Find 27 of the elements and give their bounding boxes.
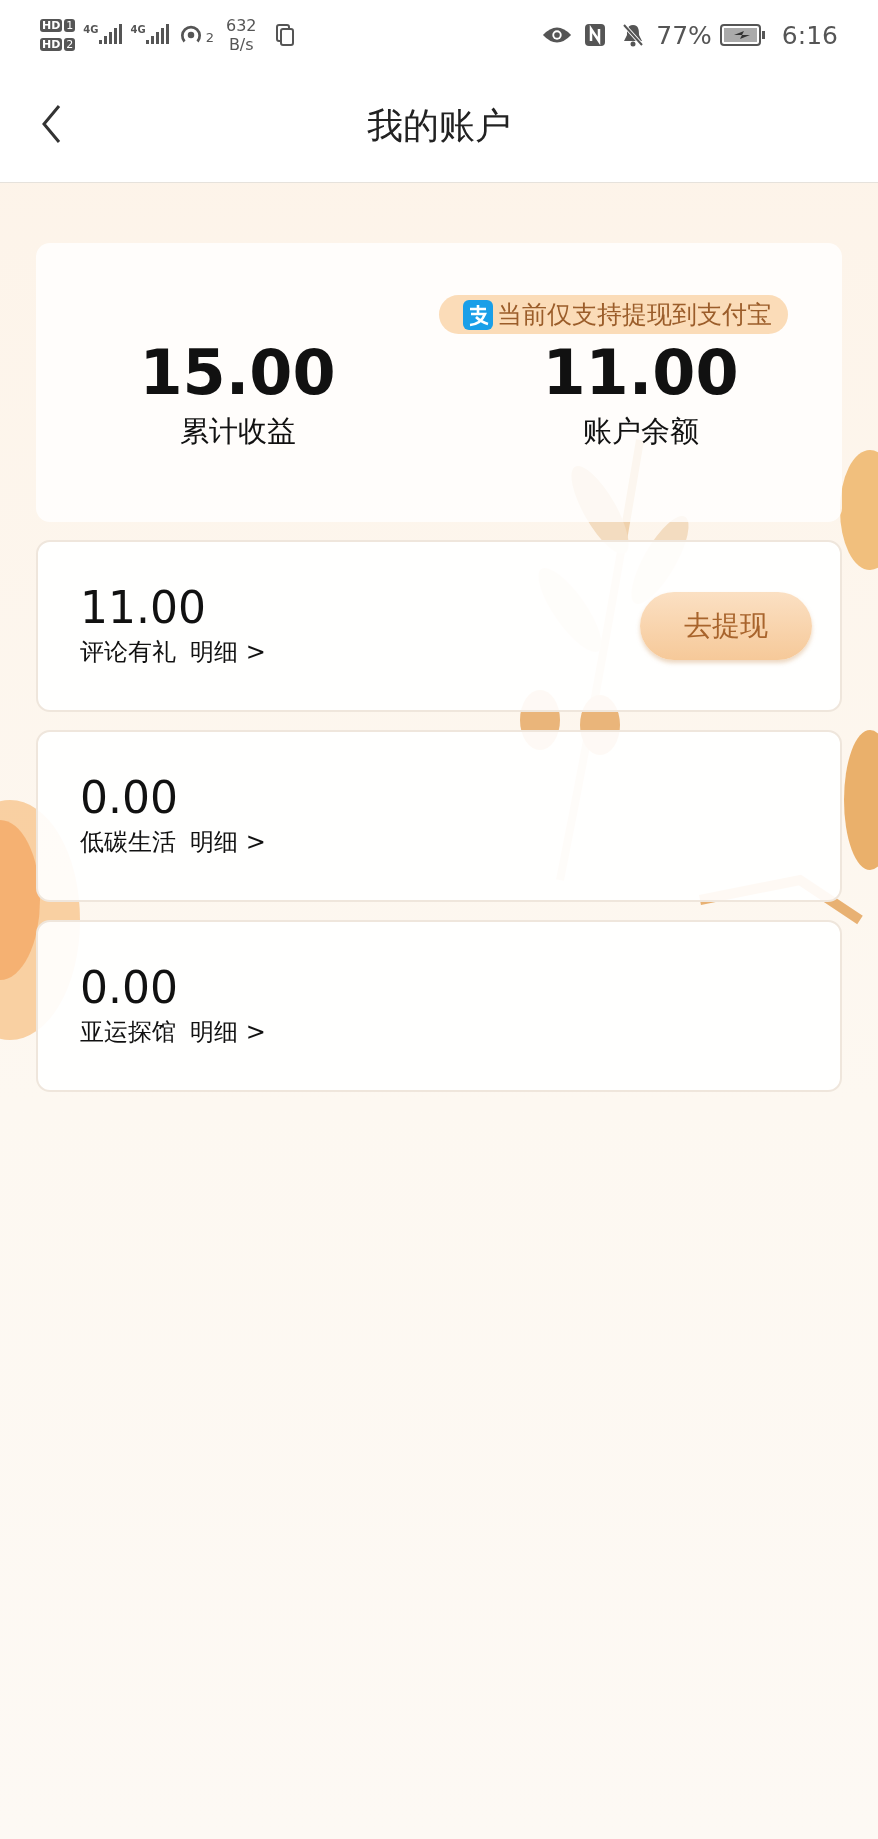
detail-link[interactable]: 明细 > bbox=[190, 826, 266, 859]
stat-label: 账户余额 bbox=[582, 413, 699, 451]
page-title: 我的账户 bbox=[367, 103, 511, 148]
account-name: 低碳生活 bbox=[80, 827, 176, 859]
account-name: 亚运探馆 bbox=[80, 1017, 176, 1049]
payment-icon bbox=[463, 299, 493, 330]
hotspot-count: 2 bbox=[205, 29, 214, 45]
network-label: 4G bbox=[83, 24, 99, 35]
stat-value: 15.00 bbox=[139, 336, 336, 411]
account-amount: 11.00 bbox=[80, 583, 207, 633]
speed-unit: B/s bbox=[228, 35, 254, 55]
battery-percent: 77% bbox=[656, 20, 712, 50]
signal-icon bbox=[145, 24, 170, 46]
speed-value: 632 bbox=[225, 15, 257, 35]
account-amount: 0.00 bbox=[80, 963, 179, 1013]
network-label: 4G bbox=[130, 24, 146, 35]
detail-link[interactable]: 明细 > bbox=[190, 636, 266, 669]
battery-charging-icon bbox=[719, 23, 766, 47]
notice-text: 当前仅支持提现到支付宝 bbox=[497, 299, 772, 331]
account-name: 评论有礼 bbox=[80, 637, 176, 669]
stat-label: 累计收益 bbox=[179, 413, 296, 451]
clock-time: 6:16 bbox=[781, 20, 838, 50]
signal-icon bbox=[98, 24, 123, 46]
document-icon bbox=[274, 23, 295, 47]
stat-value: 11.00 bbox=[542, 336, 739, 411]
account-amount: 0.00 bbox=[80, 773, 179, 823]
detail-link[interactable]: 明细 > bbox=[190, 1016, 266, 1049]
